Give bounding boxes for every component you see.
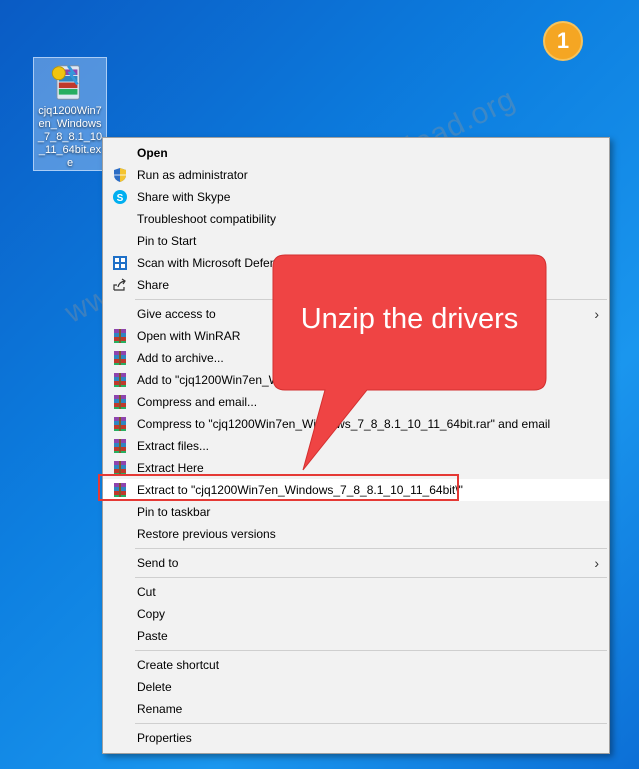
menu-item-extract-files[interactable]: Extract files... [103,435,609,457]
menu-item-copy[interactable]: Copy [103,603,609,625]
svg-text:S: S [117,193,124,204]
menu-item-label: Properties [137,731,192,745]
menu-item-label: Add to archive... [137,351,224,365]
menu-item-run-as-administrator[interactable]: Run as administrator [103,164,609,186]
menu-item-label: Open with WinRAR [137,329,241,343]
menu-separator [135,650,607,651]
menu-item-extract-here[interactable]: Extract Here [103,457,609,479]
menu-item-label: Compress and email... [137,395,258,409]
defender-icon [112,255,128,271]
desktop-file-icon[interactable]: cjq1200Win7en_Windows_7_8_8.1_10_11_64bi… [33,57,107,171]
winrar-icon [112,350,128,366]
menu-item-compress-to-cjq1200win7en-windows-7-8-8-[interactable]: Compress to "cjq1200Win7en_Windows_7_8_8… [103,413,609,435]
menu-item-label: Extract files... [137,439,210,453]
menu-item-label: Open [137,146,168,160]
menu-item-label: Share with Skype [137,190,231,204]
menu-item-label: Extract to "cjq1200Win7en_Windows_7_8_8.… [137,483,463,497]
menu-item-label: Troubleshoot compatibility [137,212,276,226]
winrar-icon [112,394,128,410]
menu-item-properties[interactable]: Properties [103,727,609,749]
uac-shield-icon [112,167,128,183]
menu-item-pin-to-taskbar[interactable]: Pin to taskbar [103,501,609,523]
winrar-icon [112,416,128,432]
step-number-badge: 1 [543,21,583,61]
menu-item-label: Paste [137,629,168,643]
menu-item-label: Delete [137,680,172,694]
menu-item-paste[interactable]: Paste [103,625,609,647]
context-menu: Open Run as administrator S Share with Skyp… [102,137,610,754]
menu-item-label: Create shortcut [137,658,220,672]
menu-item-send-to[interactable]: Send to › [103,552,609,574]
menu-item-label: Run as administrator [137,168,248,182]
menu-item-label: Pin to taskbar [137,505,211,519]
winrar-icon [112,328,128,344]
menu-item-cut[interactable]: Cut [103,581,609,603]
callout: Unzip the drivers [272,254,547,471]
menu-item-label: Send to [137,556,179,570]
desktop-file-name: cjq1200Win7en_Windows_7_8_8.1_10_11_64bi… [37,105,103,169]
winrar-icon [112,372,128,388]
menu-item-open[interactable]: Open [103,142,609,164]
menu-separator [135,548,607,549]
menu-item-label: Rename [137,702,183,716]
menu-item-delete[interactable]: Delete [103,676,609,698]
menu-separator [135,577,607,578]
menu-separator [135,723,607,724]
menu-item-restore-previous-versions[interactable]: Restore previous versions [103,523,609,545]
menu-item-label: Copy [137,607,166,621]
winrar-sfx-archive-icon [51,64,80,100]
winrar-icon [112,482,128,498]
menu-item-label: Extract Here [137,461,204,475]
skype-icon: S [112,189,128,205]
winrar-icon [112,460,128,476]
menu-item-pin-to-start[interactable]: Pin to Start [103,230,609,252]
callout-text: Unzip the drivers [300,303,519,335]
menu-item-rename[interactable]: Rename [103,698,609,720]
desktop: 1 cjq1200Win7en_Windows_7_8_8.1_10_11_64… [0,0,639,769]
chevron-right-icon: › [594,306,599,322]
menu-item-label: Pin to Start [137,234,197,248]
menu-item-create-shortcut[interactable]: Create shortcut [103,654,609,676]
share-icon [112,277,128,293]
winrar-icon [112,438,128,454]
menu-item-share-with-skype[interactable]: S Share with Skype [103,186,609,208]
menu-item-troubleshoot-compatibility[interactable]: Troubleshoot compatibility [103,208,609,230]
menu-item-extract-to-cjq1200win7en-windows-7-8-8-1[interactable]: Extract to "cjq1200Win7en_Windows_7_8_8.… [103,479,609,501]
menu-item-label: Share [137,278,170,292]
menu-item-label: Give access to [137,307,216,321]
chevron-right-icon: › [594,555,599,571]
menu-item-label: Cut [137,585,156,599]
menu-item-label: Restore previous versions [137,527,276,541]
